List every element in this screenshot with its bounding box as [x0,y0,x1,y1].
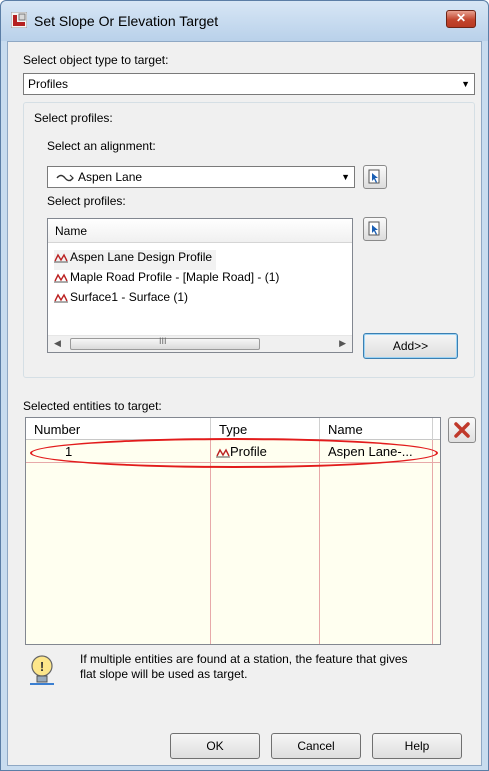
info-message-line: If multiple entities are found at a stat… [80,652,408,666]
scroll-thumb[interactable]: III [70,336,260,350]
pick-in-drawing-icon [368,221,380,236]
alignment-label: Select an alignment: [47,139,156,153]
chevron-down-icon: ▼ [461,79,470,89]
profile-name: Aspen Lane Design Profile [70,250,213,264]
entities-label: Selected entities to target: [23,399,162,413]
dialog-body: Select object type to target: Profiles ▼… [7,41,482,766]
entities-grid-header: Number Type Name [26,418,440,440]
info-message-line: flat slope will be used as target. [80,667,248,681]
list-item[interactable]: Maple Road Profile - [Maple Road] - (1) [54,270,279,290]
scroll-left-icon[interactable]: ◀ [54,338,61,349]
profile-name: Surface1 - Surface (1) [70,290,189,304]
lightbulb-info-icon: ! [30,655,54,685]
profile-name: Maple Road Profile - [Maple Road] - (1) [70,270,280,284]
delete-entity-button[interactable] [448,417,476,443]
column-divider [210,418,211,440]
entities-grid[interactable]: Number Type Name 1 Profile Aspen Lane-..… [25,417,441,645]
profile-icon [54,273,68,283]
column-header-name[interactable]: Name [328,422,363,437]
pick-alignment-button[interactable] [363,165,387,189]
list-item[interactable]: Surface1 - Surface (1) [54,290,188,310]
profiles-list[interactable]: Name Aspen Lane Design Profile Maple Roa… [47,218,353,353]
pick-in-drawing-icon [368,169,380,184]
column-header-type[interactable]: Type [219,422,247,437]
profile-icon [54,253,68,263]
column-divider [432,418,433,440]
add-button[interactable]: Add>> [363,333,458,359]
scroll-right-icon[interactable]: ▶ [339,338,346,349]
grid-column-line [432,440,433,644]
close-button[interactable]: ✕ [446,10,476,28]
column-divider [319,418,320,440]
help-button[interactable]: Help [372,733,462,759]
cancel-button[interactable]: Cancel [271,733,361,759]
chevron-down-icon: ▼ [341,172,350,182]
dialog-window: Set Slope Or Elevation Target ✕ Select o… [0,0,489,771]
app-icon [11,12,27,28]
delete-x-icon [454,422,470,438]
list-item[interactable]: Aspen Lane Design Profile [54,250,217,270]
column-header-name[interactable]: Name [55,224,87,238]
profile-icon [54,293,68,303]
object-type-dropdown[interactable]: Profiles ▼ [23,73,475,95]
horizontal-scrollbar[interactable]: ◀ III ▶ [48,335,352,352]
select-profiles-group-title: Select profiles: [34,111,113,125]
svg-text:!: ! [40,659,44,674]
profiles-list-header[interactable]: Name [48,219,352,243]
highlight-ellipse [30,438,438,468]
pick-profile-button[interactable] [363,217,387,241]
scroll-thumb-grip: III [159,336,167,346]
profiles-list-label: Select profiles: [47,194,126,208]
grid-column-line [319,440,320,644]
object-type-value: Profiles [28,77,69,91]
ok-button[interactable]: OK [170,733,260,759]
window-title: Set Slope Or Elevation Target [34,13,219,29]
title-bar[interactable]: Set Slope Or Elevation Target ✕ [1,1,488,41]
column-header-number[interactable]: Number [34,422,80,437]
alignment-dropdown[interactable]: Aspen Lane ▼ [47,166,355,188]
object-type-label: Select object type to target: [23,53,169,67]
grid-column-line [210,440,211,644]
info-message: If multiple entities are found at a stat… [80,652,408,682]
alignment-value: Aspen Lane [78,170,143,184]
alignment-icon [56,174,74,182]
